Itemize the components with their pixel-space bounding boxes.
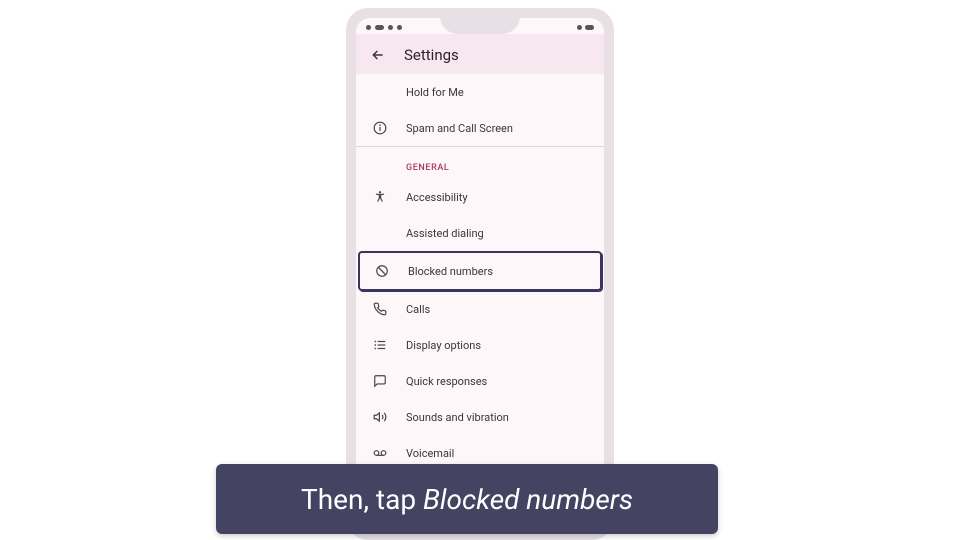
list-item-display-options[interactable]: Display options (356, 327, 604, 363)
status-left (366, 25, 402, 30)
caption-emphasis: Blocked numbers (423, 483, 633, 516)
instruction-caption: Then, tap Blocked numbers (216, 464, 718, 534)
list-item-hold-for-me[interactable]: Hold for Me (356, 74, 604, 110)
accessibility-icon (372, 189, 388, 205)
list-item-label: Spam and Call Screen (406, 122, 513, 135)
volume-icon (372, 409, 388, 425)
settings-list-general: Accessibility Assisted dialing Blocked n… (356, 179, 604, 471)
voicemail-icon (372, 445, 388, 461)
info-icon (372, 120, 388, 136)
section-header-general: GENERAL (356, 147, 604, 179)
display-notch (440, 18, 520, 34)
highlighted-item: Blocked numbers (358, 251, 602, 291)
caption-text: Then, tap Blocked numbers (301, 483, 633, 516)
list-item-label: Accessibility (406, 191, 468, 204)
caption-prefix: Then, tap (301, 483, 423, 516)
settings-header: Settings (356, 34, 604, 74)
list-item-label: Blocked numbers (408, 265, 493, 278)
list-item-label: Quick responses (406, 375, 487, 388)
back-arrow-icon[interactable] (370, 47, 386, 63)
phone-icon (372, 301, 388, 317)
phone-frame: Settings Hold for Me Spam and Call Scree… (346, 8, 614, 540)
list-icon (372, 337, 388, 353)
phone-screen: Settings Hold for Me Spam and Call Scree… (356, 18, 604, 530)
list-item-label: Calls (406, 303, 430, 316)
list-item-label: Voicemail (406, 447, 454, 460)
list-item-label: Hold for Me (406, 86, 464, 99)
settings-list-top: Hold for Me Spam and Call Screen (356, 74, 604, 146)
status-right (577, 25, 594, 30)
list-item-calls[interactable]: Calls (356, 291, 604, 327)
list-item-quick-responses[interactable]: Quick responses (356, 363, 604, 399)
list-item-blocked-numbers[interactable]: Blocked numbers (360, 253, 600, 289)
list-item-assisted-dialing[interactable]: Assisted dialing (356, 215, 604, 251)
message-icon (372, 373, 388, 389)
list-item-label: Sounds and vibration (406, 411, 509, 424)
page-title: Settings (404, 46, 459, 64)
list-item-accessibility[interactable]: Accessibility (356, 179, 604, 215)
list-item-spam-call-screen[interactable]: Spam and Call Screen (356, 110, 604, 146)
block-icon (374, 263, 390, 279)
list-item-label: Assisted dialing (406, 227, 484, 240)
list-item-sounds-vibration[interactable]: Sounds and vibration (356, 399, 604, 435)
list-item-label: Display options (406, 339, 481, 352)
